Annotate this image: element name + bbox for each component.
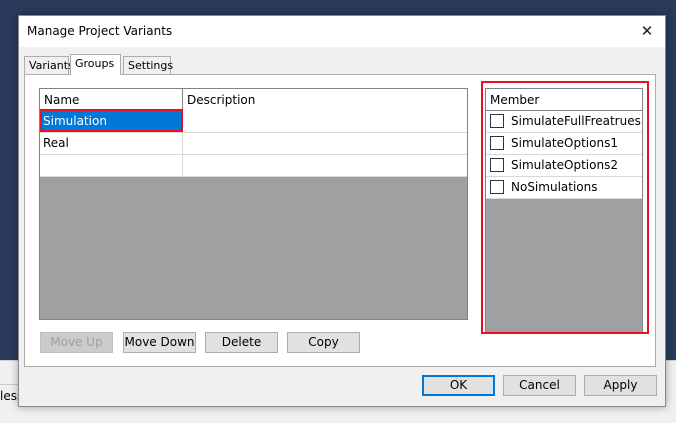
row-name-cell[interactable]	[40, 155, 183, 176]
table-row[interactable]: Simulation	[40, 111, 467, 133]
apply-button[interactable]: Apply	[584, 375, 657, 396]
tab-settings[interactable]: Settings	[123, 56, 173, 74]
member-list-header: Member	[486, 89, 642, 111]
column-header-description[interactable]: Description	[183, 89, 467, 111]
groups-table: Name Description Simulation Real	[39, 88, 468, 320]
groups-table-header: Name Description	[40, 89, 467, 112]
member-checkbox[interactable]	[490, 114, 504, 128]
member-label: SimulateOptions1	[511, 136, 618, 150]
row-name-cell[interactable]: Real	[40, 133, 183, 154]
ok-button[interactable]: OK	[422, 375, 495, 396]
member-label: SimulateOptions2	[511, 158, 618, 172]
list-item[interactable]: SimulateOptions2	[486, 155, 642, 177]
row-description-cell[interactable]	[183, 155, 467, 176]
dialog-title: Manage Project Variants	[27, 24, 173, 38]
member-list: Member SimulateFullFreatrues SimulateOpt…	[485, 88, 643, 333]
delete-button[interactable]: Delete	[205, 332, 278, 353]
tab-groups[interactable]: Groups	[70, 54, 121, 75]
row-description-cell[interactable]	[183, 133, 467, 154]
row-name-cell[interactable]: Simulation	[40, 111, 183, 132]
copy-button[interactable]: Copy	[287, 332, 360, 353]
table-row[interactable]: Real	[40, 133, 467, 155]
list-item[interactable]: SimulateOptions1	[486, 133, 642, 155]
list-item[interactable]: SimulateFullFreatrues	[486, 111, 642, 133]
dialog-titlebar: Manage Project Variants ✕	[19, 16, 665, 47]
close-icon[interactable]: ✕	[635, 20, 659, 42]
move-down-button[interactable]: Move Down	[123, 332, 196, 353]
row-description-cell[interactable]	[183, 111, 467, 132]
tab-variants[interactable]: Variants	[24, 56, 74, 74]
column-header-name[interactable]: Name	[40, 89, 183, 111]
member-checkbox[interactable]	[490, 158, 504, 172]
move-up-button[interactable]: Move Up	[40, 332, 113, 353]
member-label: SimulateFullFreatrues	[511, 114, 641, 128]
member-checkbox[interactable]	[490, 136, 504, 150]
member-checkbox[interactable]	[490, 180, 504, 194]
list-item[interactable]: NoSimulations	[486, 177, 642, 199]
table-row-new[interactable]	[40, 155, 467, 177]
cancel-button[interactable]: Cancel	[503, 375, 576, 396]
manage-project-variants-dialog: Manage Project Variants ✕ Variants Group…	[18, 15, 666, 407]
member-label: NoSimulations	[511, 180, 598, 194]
